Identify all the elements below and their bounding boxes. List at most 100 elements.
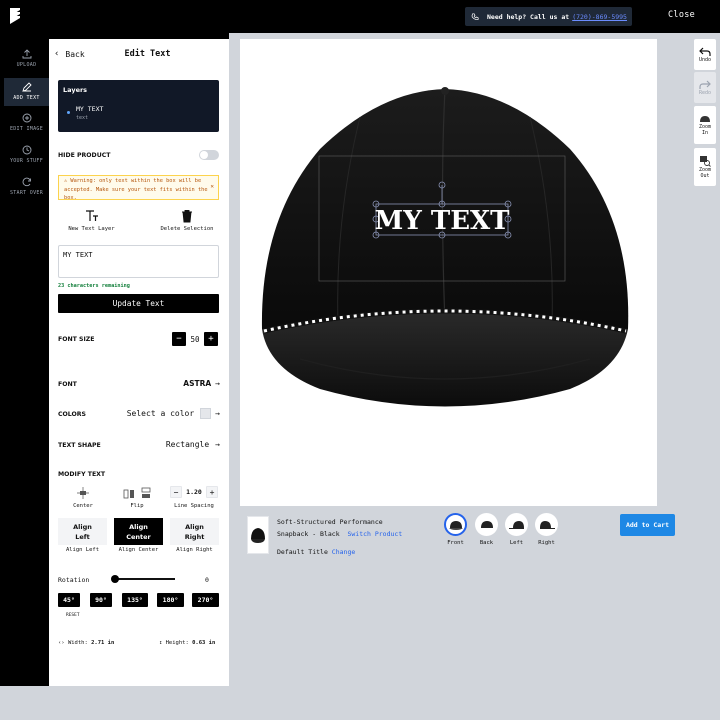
reset-rotation-button[interactable]: RESET: [66, 613, 80, 618]
upload-icon: [22, 49, 31, 59]
zoom-out-button[interactable]: Zoom Out: [694, 148, 716, 186]
view-right[interactable]: Right: [535, 513, 558, 546]
trash-icon: [182, 210, 192, 223]
align-left-caption: Align Left: [65, 547, 100, 553]
font-value: ASTRA: [183, 379, 212, 388]
zoom-out-icon: [700, 156, 711, 167]
center-icon: [77, 487, 89, 499]
new-text-layer-button[interactable]: New Text Layer: [64, 209, 119, 232]
zoom-in-button[interactable]: Zoom In: [694, 106, 716, 144]
rotate-90-button[interactable]: 90°: [90, 593, 112, 607]
design-text[interactable]: MY TEXT: [374, 206, 510, 236]
line-spacing-control: − 1.20 + Line Spacing: [169, 486, 219, 509]
center-button[interactable]: Center: [67, 487, 99, 509]
layers-box: Layers MY TEXT text: [58, 80, 219, 132]
modify-text-label: MODIFY TEXT: [58, 471, 106, 478]
align-left-button[interactable]: Align Left: [58, 518, 107, 545]
flip-button[interactable]: Flip: [121, 487, 153, 509]
help-text: Need help? Call us at: [487, 12, 570, 21]
cap-back-icon: [480, 520, 493, 528]
change-title-link[interactable]: Change: [332, 548, 355, 556]
clock-icon: [22, 145, 31, 155]
left-rail: UPLOAD ADD TEXT EDIT IMAGE YOUR STUFF ST…: [4, 39, 49, 686]
font-size-decrease-button[interactable]: −: [172, 332, 186, 346]
rotate-180-button[interactable]: 180°: [157, 593, 184, 607]
line-spacing-value[interactable]: 1.20: [182, 488, 206, 496]
update-text-button[interactable]: Update Text: [58, 294, 219, 313]
font-size-increase-button[interactable]: +: [204, 332, 218, 346]
rail-item-add-text[interactable]: ADD TEXT: [4, 78, 49, 106]
close-button[interactable]: Close: [668, 10, 695, 20]
add-to-cart-button[interactable]: Add to Cart: [620, 514, 675, 536]
delete-selection-button[interactable]: Delete Selection: [157, 209, 217, 232]
color-selector[interactable]: Select a color →: [127, 408, 220, 419]
phone-icon: [471, 12, 479, 20]
view-front[interactable]: Front: [444, 513, 467, 546]
view-back[interactable]: Back: [475, 513, 498, 546]
switch-product-link[interactable]: Switch Product: [347, 530, 402, 538]
warning-text: Warning: only text within the box will b…: [64, 178, 208, 201]
font-size-label: FONT SIZE: [58, 336, 95, 343]
pencil-icon: [21, 82, 32, 92]
help-banner: Need help? Call us at (720)-869-5995: [465, 7, 632, 26]
redo-button[interactable]: Redo: [694, 72, 716, 103]
colors-value: Select a color: [126, 409, 195, 418]
view-left[interactable]: Left: [505, 513, 528, 546]
layers-title: Layers: [63, 86, 88, 94]
product-name-line1: Soft-Structured Performance: [277, 518, 383, 526]
text-input[interactable]: MY TEXT: [58, 245, 219, 278]
refresh-icon: [22, 177, 31, 187]
align-right-caption: Align Right: [176, 547, 213, 553]
rail-item-start-over[interactable]: START OVER: [4, 177, 49, 203]
edit-image-icon: [22, 113, 31, 123]
product-name-line2: Snapback - Black: [277, 530, 340, 538]
align-center-button[interactable]: Align Center: [114, 518, 163, 545]
rail-item-upload[interactable]: UPLOAD: [4, 49, 49, 75]
rail-item-edit-image[interactable]: EDIT IMAGE: [4, 113, 49, 139]
redo-icon: [699, 80, 711, 89]
undo-icon: [699, 47, 711, 56]
product-title: Default Title: [277, 548, 328, 556]
font-selector[interactable]: ASTRA →: [183, 379, 220, 388]
font-size-value[interactable]: 50: [186, 335, 204, 344]
rotate-135-button[interactable]: 135°: [122, 593, 148, 607]
width-readout: ‹› Width: 2.71 in: [58, 640, 115, 646]
rotation-slider-track[interactable]: [113, 578, 175, 580]
align-center-caption: Align Center: [118, 547, 159, 553]
line-spacing-decrease-button[interactable]: −: [170, 486, 182, 498]
close-warning-icon[interactable]: ✕: [210, 183, 214, 192]
color-swatch: [200, 408, 212, 419]
arrow-right-icon: →: [215, 409, 220, 418]
line-spacing-increase-button[interactable]: +: [206, 486, 218, 498]
product-info: Soft-Structured Performance Snapback - B…: [277, 516, 402, 558]
rail-item-your-stuff[interactable]: YOUR STUFF: [4, 145, 49, 171]
zoom-in-icon: [700, 116, 710, 122]
rotation-value: 0: [205, 576, 209, 584]
text-layer-icon: [85, 210, 98, 221]
font-size-stepper: − 50 +: [172, 332, 218, 346]
top-bar: Need help? Call us at (720)-869-5995 Clo…: [0, 0, 720, 33]
layer-item-name[interactable]: MY TEXT: [76, 105, 103, 113]
arrow-right-icon: →: [215, 440, 220, 449]
text-shape-label: TEXT SHAPE: [58, 442, 101, 449]
rotation-slider-handle[interactable]: [111, 575, 119, 583]
undo-button[interactable]: Undo: [694, 39, 716, 70]
warning-banner: ⚠ Warning: only text within the box will…: [58, 175, 219, 201]
hide-product-toggle[interactable]: [199, 150, 219, 160]
edit-text-panel: ‹ Back Edit Text Layers MY TEXT text HID…: [49, 39, 229, 686]
design-canvas[interactable]: MY TEXT: [240, 39, 657, 506]
rotate-45-button[interactable]: 45°: [58, 593, 80, 607]
brand-logo-icon[interactable]: [8, 6, 22, 26]
rotate-270-button[interactable]: 270°: [192, 593, 219, 607]
help-phone-link[interactable]: (720)-869-5995: [572, 13, 627, 21]
flip-icon: [123, 487, 151, 499]
width-arrows-icon: ‹›: [58, 640, 65, 646]
colors-label: COLORS: [58, 411, 87, 418]
text-shape-value: Rectangle: [165, 440, 210, 449]
text-shape-selector[interactable]: Rectangle →: [166, 440, 220, 449]
cap-left-icon: [508, 520, 524, 529]
warning-icon: ⚠: [64, 178, 68, 184]
panel-title: Edit Text: [124, 49, 171, 59]
arrow-right-icon: →: [215, 379, 220, 388]
align-right-button[interactable]: Align Right: [170, 518, 219, 545]
